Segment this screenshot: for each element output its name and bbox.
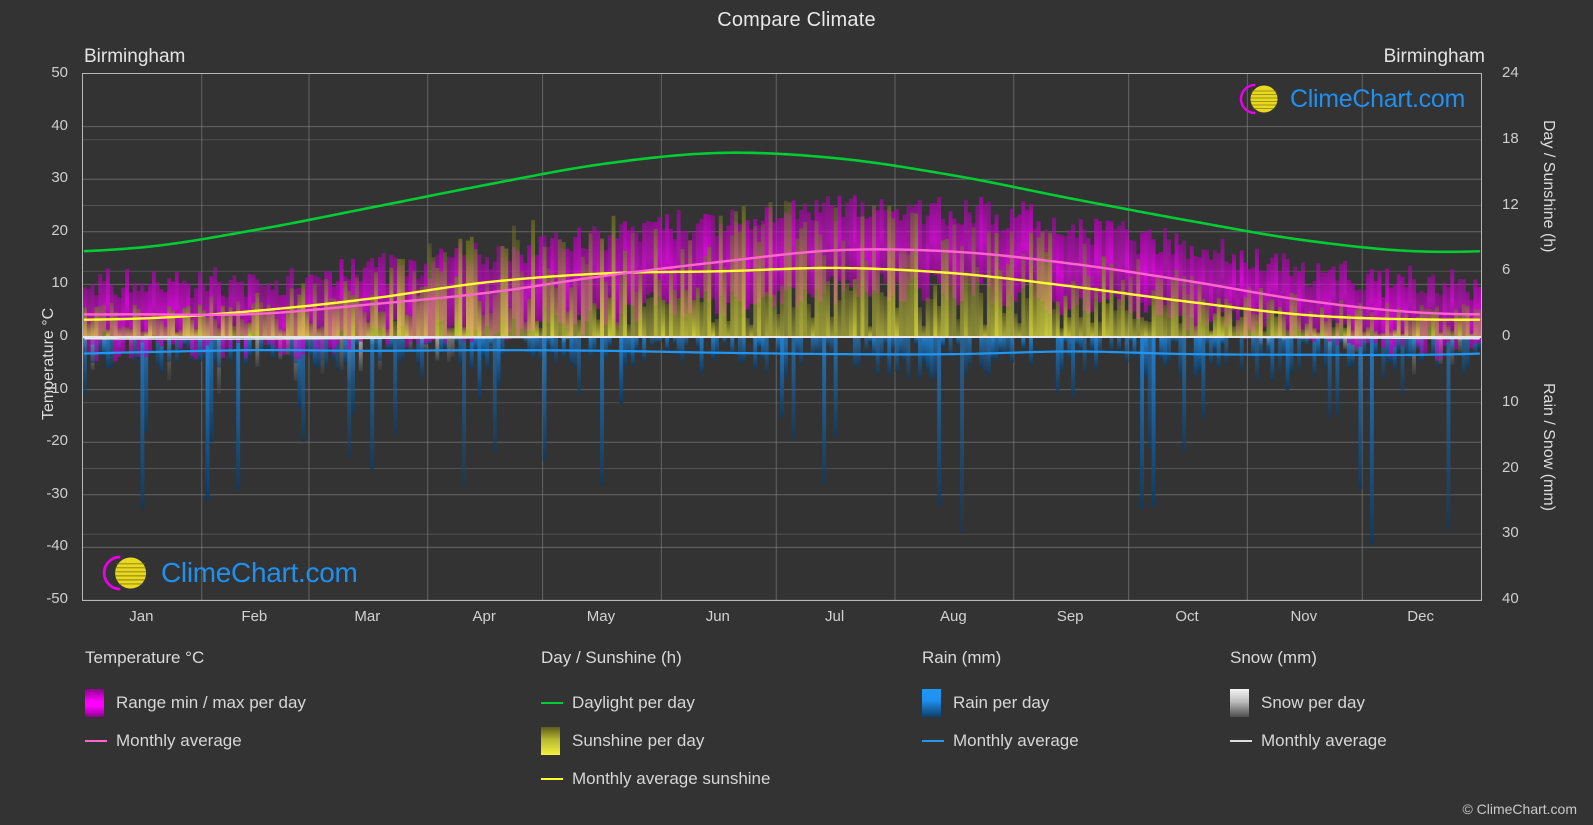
legend-item-rain[interactable]: Rain per day bbox=[922, 684, 1079, 722]
watermark-logo-bottom: ClimeChart.com bbox=[95, 551, 358, 595]
y-tick--40: -40 bbox=[46, 537, 68, 555]
y-axis-title-temperature: Temperature °C bbox=[40, 307, 57, 420]
y-tick-0: 0 bbox=[59, 327, 68, 344]
legend-heading-temperature: Temperature °C bbox=[85, 648, 205, 667]
y2-axis-title-rain-snow: Rain / Snow (mm) bbox=[1540, 383, 1557, 512]
legend-label-rain: Rain per day bbox=[953, 693, 1050, 712]
legend-item-temp-average[interactable]: Monthly average bbox=[85, 722, 306, 760]
page-title: Compare Climate bbox=[717, 9, 876, 31]
x-tick-jun: Jun bbox=[705, 608, 730, 625]
legend-label-daylight: Daylight per day bbox=[572, 693, 695, 712]
y2-day-tick-6: 6 bbox=[1502, 261, 1511, 279]
x-tick-mar: Mar bbox=[354, 608, 381, 625]
x-tick-sep: Sep bbox=[1056, 608, 1084, 625]
y2-day-tick-12: 12 bbox=[1502, 195, 1519, 213]
x-tick-oct: Oct bbox=[1175, 608, 1199, 625]
snow-swatch-icon bbox=[1230, 689, 1249, 717]
snow-average-line-icon bbox=[1230, 740, 1252, 742]
x-tick-jul: Jul bbox=[825, 608, 845, 625]
legend-group-snow: Snow (mm) Snow per day Monthly average bbox=[1230, 648, 1387, 760]
x-tick-aug: Aug bbox=[939, 608, 967, 625]
legend-label-rain-average: Monthly average bbox=[953, 731, 1079, 750]
climate-plot-svg bbox=[83, 74, 1481, 600]
x-tick-feb: Feb bbox=[241, 608, 268, 625]
legend-label-snow-average: Monthly average bbox=[1261, 731, 1387, 750]
y2-day-tick-0: 0 bbox=[1502, 327, 1511, 344]
sunshine-average-line-icon bbox=[541, 778, 563, 780]
legend-label-temp-range: Range min / max per day bbox=[116, 693, 306, 712]
y-tick-10: 10 bbox=[51, 274, 68, 292]
legend-label-snow: Snow per day bbox=[1261, 693, 1365, 712]
legend-label-sunshine: Sunshine per day bbox=[572, 731, 705, 750]
y2-rain-tick-10: 10 bbox=[1502, 392, 1519, 410]
y2-day-tick-18: 18 bbox=[1502, 129, 1519, 147]
legend-item-daylight[interactable]: Daylight per day bbox=[541, 684, 770, 722]
y-tick-30: 30 bbox=[51, 169, 68, 187]
x-tick-dec: Dec bbox=[1407, 608, 1434, 625]
y2-rain-tick-40: 40 bbox=[1502, 590, 1519, 607]
legend-heading-day-sunshine: Day / Sunshine (h) bbox=[541, 648, 682, 667]
rain-average-line-icon bbox=[922, 740, 944, 742]
watermark-text-bottom: ClimeChart.com bbox=[161, 557, 358, 588]
x-tick-may: May bbox=[586, 608, 616, 625]
legend-item-snow[interactable]: Snow per day bbox=[1230, 684, 1387, 722]
climechart-logo-icon bbox=[1233, 80, 1287, 118]
legend-item-snow-average[interactable]: Monthly average bbox=[1230, 722, 1387, 760]
y-tick-40: 40 bbox=[51, 116, 68, 134]
y2-day-tick-24: 24 bbox=[1502, 64, 1519, 81]
y2-rain-tick-20: 20 bbox=[1502, 458, 1519, 476]
daylight-line-icon bbox=[541, 702, 563, 704]
watermark-logo-top: ClimeChart.com bbox=[1233, 80, 1465, 118]
y-tick--50: -50 bbox=[46, 590, 68, 607]
y-tick-20: 20 bbox=[51, 221, 68, 239]
legend-label-temp-average: Monthly average bbox=[116, 731, 242, 750]
legend-heading-snow: Snow (mm) bbox=[1230, 648, 1317, 667]
y2-rain-tick-30: 30 bbox=[1502, 524, 1519, 542]
climate-plot-area bbox=[82, 73, 1482, 601]
rain-swatch-icon bbox=[922, 689, 941, 717]
legend-item-temp-range[interactable]: Range min / max per day bbox=[85, 684, 306, 722]
sunshine-swatch-icon bbox=[541, 727, 560, 755]
legend-group-day-sunshine: Day / Sunshine (h) Daylight per day Suns… bbox=[541, 648, 770, 798]
chart-legend: Temperature °C Range min / max per day M… bbox=[0, 648, 1593, 825]
legend-item-sunshine[interactable]: Sunshine per day bbox=[541, 722, 770, 760]
legend-item-sunshine-average[interactable]: Monthly average sunshine bbox=[541, 760, 770, 798]
y-tick--30: -30 bbox=[46, 484, 68, 502]
legend-item-rain-average[interactable]: Monthly average bbox=[922, 722, 1079, 760]
climechart-logo-icon bbox=[95, 551, 157, 595]
copyright-notice: © ClimeChart.com bbox=[1462, 801, 1577, 817]
legend-group-rain: Rain (mm) Rain per day Monthly average bbox=[922, 648, 1079, 760]
y-tick--20: -20 bbox=[46, 432, 68, 450]
y-tick-50: 50 bbox=[51, 64, 68, 81]
rain-daily-bars bbox=[83, 337, 1481, 545]
x-tick-nov: Nov bbox=[1290, 608, 1318, 625]
x-tick-apr: Apr bbox=[472, 608, 496, 625]
station-label-left: Birmingham bbox=[84, 46, 186, 67]
y-tick--10: -10 bbox=[46, 379, 68, 397]
temp-average-line-icon bbox=[85, 740, 107, 742]
legend-heading-rain: Rain (mm) bbox=[922, 648, 1002, 667]
legend-group-temperature: Temperature °C Range min / max per day M… bbox=[85, 648, 306, 760]
y2-axis-title-day-sunshine: Day / Sunshine (h) bbox=[1540, 120, 1557, 253]
temp-range-swatch-icon bbox=[85, 689, 104, 717]
x-tick-jan: Jan bbox=[129, 608, 154, 625]
watermark-text-top: ClimeChart.com bbox=[1290, 84, 1465, 113]
station-label-right: Birmingham bbox=[1383, 46, 1485, 67]
legend-label-sunshine-average: Monthly average sunshine bbox=[572, 769, 771, 788]
